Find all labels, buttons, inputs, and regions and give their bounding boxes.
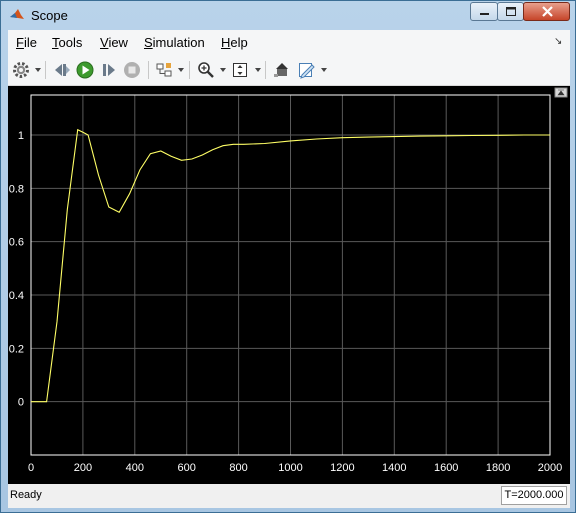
y-tick-label: 0.6 (9, 237, 24, 249)
toolbar-separator (148, 61, 149, 79)
client-area: File Tools View Simulation Help ↘ 0 200 … (8, 30, 570, 508)
close-icon (542, 6, 553, 17)
zoom-icon[interactable] (196, 60, 216, 80)
properties-dropdown-icon[interactable] (321, 68, 327, 72)
x-tick-label: 1000 (278, 462, 302, 474)
grid-lines (30, 95, 551, 455)
status-text: Ready (10, 489, 42, 501)
gear-icon[interactable] (11, 60, 31, 80)
y-tick-label: 0 (18, 397, 24, 409)
scope-display[interactable]: 0 200 400 600 800 1000 1200 1400 1600 1800 2000 0 0.… (8, 86, 570, 484)
restore-plot-button[interactable] (554, 87, 568, 98)
menu-bar: File Tools View Simulation Help ↘ (8, 30, 570, 55)
simulation-time-display: T=2000.000 (501, 486, 567, 505)
zoom-dropdown-icon[interactable] (220, 68, 226, 72)
title-bar[interactable]: Scope (1, 1, 575, 30)
tick-labels: 0 200 400 600 800 1000 1200 1400 1600 1800 2000 0 0.… (9, 130, 563, 474)
y-tick-label: 0.4 (9, 290, 24, 302)
stop-icon[interactable] (122, 60, 142, 80)
maximize-icon (506, 7, 516, 16)
autoscale-dropdown-icon[interactable] (255, 68, 261, 72)
maximize-button[interactable] (497, 2, 524, 21)
x-tick-label: 800 (229, 462, 247, 474)
autoscale-icon[interactable] (230, 60, 250, 80)
x-tick-label: 1600 (434, 462, 458, 474)
x-tick-label: 400 (126, 462, 144, 474)
matlab-logo-icon (10, 9, 24, 19)
y-tick-label: 0.8 (9, 183, 24, 195)
gear-dropdown-icon[interactable] (35, 68, 41, 72)
minimize-icon (480, 13, 489, 15)
menu-simulation[interactable]: Simulation (144, 35, 205, 50)
step-forward-icon[interactable] (99, 60, 119, 80)
window-title: Scope (31, 8, 68, 23)
close-button[interactable] (523, 2, 570, 21)
dock-arrow-icon[interactable]: ↘ (554, 36, 562, 47)
toolbar-separator (189, 61, 190, 79)
scope-plot: 0 200 400 600 800 1000 1200 1400 1600 1800 2000 0 0.… (9, 87, 568, 474)
run-icon[interactable] (75, 60, 95, 80)
menu-file[interactable]: File (16, 35, 37, 50)
y-tick-label: 0.2 (9, 343, 24, 355)
menu-help[interactable]: Help (221, 35, 248, 50)
signal-select-icon[interactable] (154, 60, 174, 80)
y-tick-label: 1 (18, 130, 24, 142)
toolbar (8, 55, 570, 86)
menu-view[interactable]: View (100, 35, 128, 50)
x-tick-label: 1800 (486, 462, 510, 474)
status-bar: Ready T=2000.000 (8, 485, 570, 508)
step-back-icon[interactable] (52, 60, 72, 80)
x-tick-label: 1400 (382, 462, 406, 474)
signal-select-dropdown-icon[interactable] (178, 68, 184, 72)
x-tick-label: 2000 (538, 462, 562, 474)
x-tick-label: 600 (178, 462, 196, 474)
toolbar-separator (45, 61, 46, 79)
x-tick-label: 1200 (330, 462, 354, 474)
highlight-block-icon[interactable] (272, 60, 292, 80)
properties-icon[interactable] (296, 60, 316, 80)
minimize-button[interactable] (470, 2, 498, 21)
scope-window: Scope File Tools View Simulation Help ↘ (0, 0, 576, 513)
x-tick-label: 200 (74, 462, 92, 474)
x-tick-label: 0 (28, 462, 34, 474)
menu-tools[interactable]: Tools (52, 35, 82, 50)
toolbar-separator (265, 61, 266, 79)
